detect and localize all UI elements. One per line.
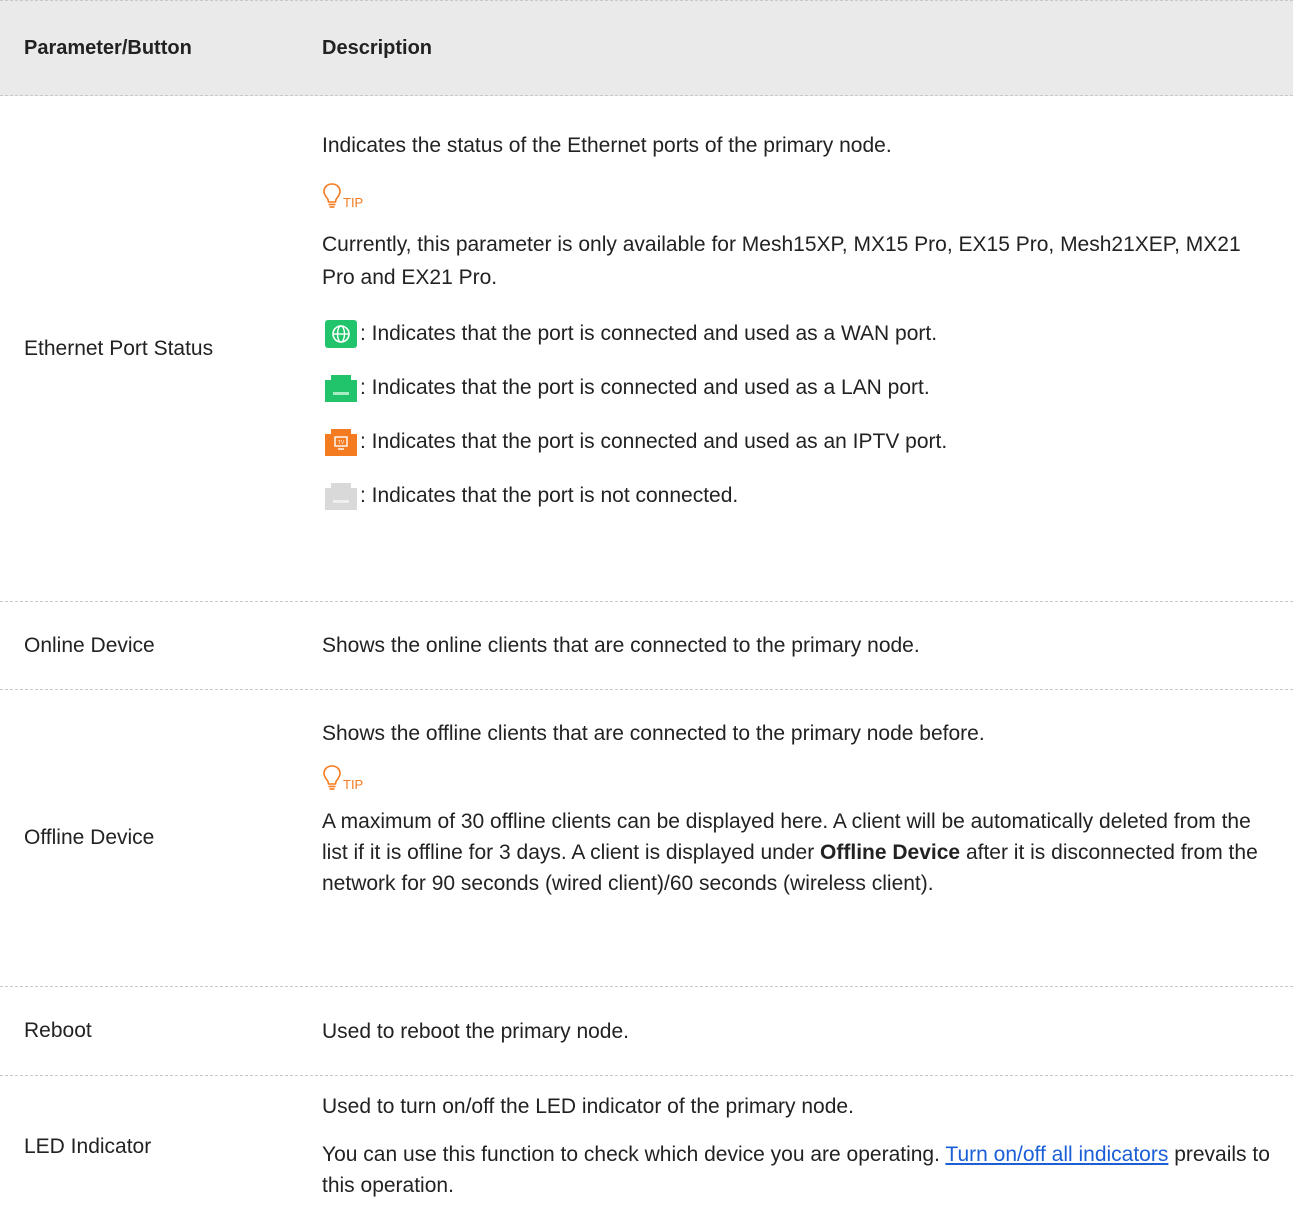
param-name: Offline Device bbox=[24, 826, 155, 849]
description-text: Used to reboot the primary node. bbox=[322, 1019, 630, 1043]
legend-lan-text: : Indicates that the port is connected a… bbox=[360, 376, 930, 399]
svg-text:TV: TV bbox=[338, 440, 345, 446]
disconnected-port-icon bbox=[325, 483, 357, 510]
description-text: Used to turn on/off the LED indicator of… bbox=[322, 1095, 854, 1118]
legend-wan-text: : Indicates that the port is connected a… bbox=[360, 322, 938, 345]
table-row-led-indicator: LED Indicator Used to turn on/off the LE… bbox=[0, 1076, 1293, 1218]
description-text: Shows the offline clients that are conne… bbox=[322, 722, 985, 745]
lightbulb-icon bbox=[323, 183, 341, 208]
tip-text: A maximum of 30 offline clients can be d… bbox=[322, 806, 1279, 899]
table-row-ethernet-port-status: Ethernet Port Status Indicates the statu… bbox=[0, 96, 1293, 602]
table-row-reboot: Reboot Used to reboot the primary node. bbox=[0, 987, 1293, 1076]
param-description: Shows the offline clients that are conne… bbox=[322, 690, 1293, 986]
turn-on-off-all-indicators-link[interactable]: Turn on/off all indicators bbox=[945, 1143, 1168, 1166]
param-name: Online Device bbox=[24, 633, 155, 657]
param-description: Used to turn on/off the LED indicator of… bbox=[322, 1076, 1293, 1218]
tip-label: TIP bbox=[322, 180, 1279, 210]
legend-disconnected-text: : Indicates that the port is not connect… bbox=[360, 484, 739, 507]
header-parameter: Parameter/Button bbox=[24, 36, 192, 59]
description-text: Indicates the status of the Ethernet por… bbox=[322, 134, 892, 157]
legend-iptv-text: : Indicates that the port is connected a… bbox=[360, 430, 948, 453]
description-part1: You can use this function to check which… bbox=[322, 1143, 946, 1166]
tip-text-label: TIP bbox=[343, 777, 364, 792]
tip-text: Currently, this parameter is only availa… bbox=[322, 233, 1241, 289]
param-name: LED Indicator bbox=[24, 1135, 152, 1158]
lightbulb-icon bbox=[323, 765, 341, 790]
description-text: Shows the online clients that are connec… bbox=[322, 634, 920, 657]
param-description: Shows the online clients that are connec… bbox=[322, 629, 1293, 662]
param-name: Ethernet Port Status bbox=[24, 336, 214, 360]
wan-port-icon bbox=[325, 320, 357, 348]
legend-wan: : Indicates that the port is connected a… bbox=[322, 318, 1279, 350]
tip-text-label: TIP bbox=[343, 195, 364, 210]
description-text-2: You can use this function to check which… bbox=[322, 1139, 1279, 1201]
lan-port-icon bbox=[325, 375, 357, 402]
param-name: Reboot bbox=[24, 1019, 92, 1042]
parameter-table: Parameter/Button Description Ethernet Po… bbox=[0, 0, 1293, 1218]
legend-disconnected: : Indicates that the port is not connect… bbox=[322, 480, 1279, 512]
table-header-row: Parameter/Button Description bbox=[0, 0, 1293, 96]
table-row-online-device: Online Device Shows the online clients t… bbox=[0, 602, 1293, 690]
iptv-port-icon: TV bbox=[325, 429, 357, 456]
legend-lan: : Indicates that the port is connected a… bbox=[322, 372, 1279, 404]
header-description: Description bbox=[322, 36, 433, 59]
param-description: Used to reboot the primary node. bbox=[322, 1015, 1293, 1048]
param-description: Indicates the status of the Ethernet por… bbox=[322, 96, 1293, 601]
legend-iptv: TV : Indicates that the port is connecte… bbox=[322, 426, 1279, 458]
table-row-offline-device: Offline Device Shows the offline clients… bbox=[0, 690, 1293, 987]
tip-label: TIP bbox=[322, 762, 1279, 792]
tip-text-bold: Offline Device bbox=[820, 841, 961, 864]
